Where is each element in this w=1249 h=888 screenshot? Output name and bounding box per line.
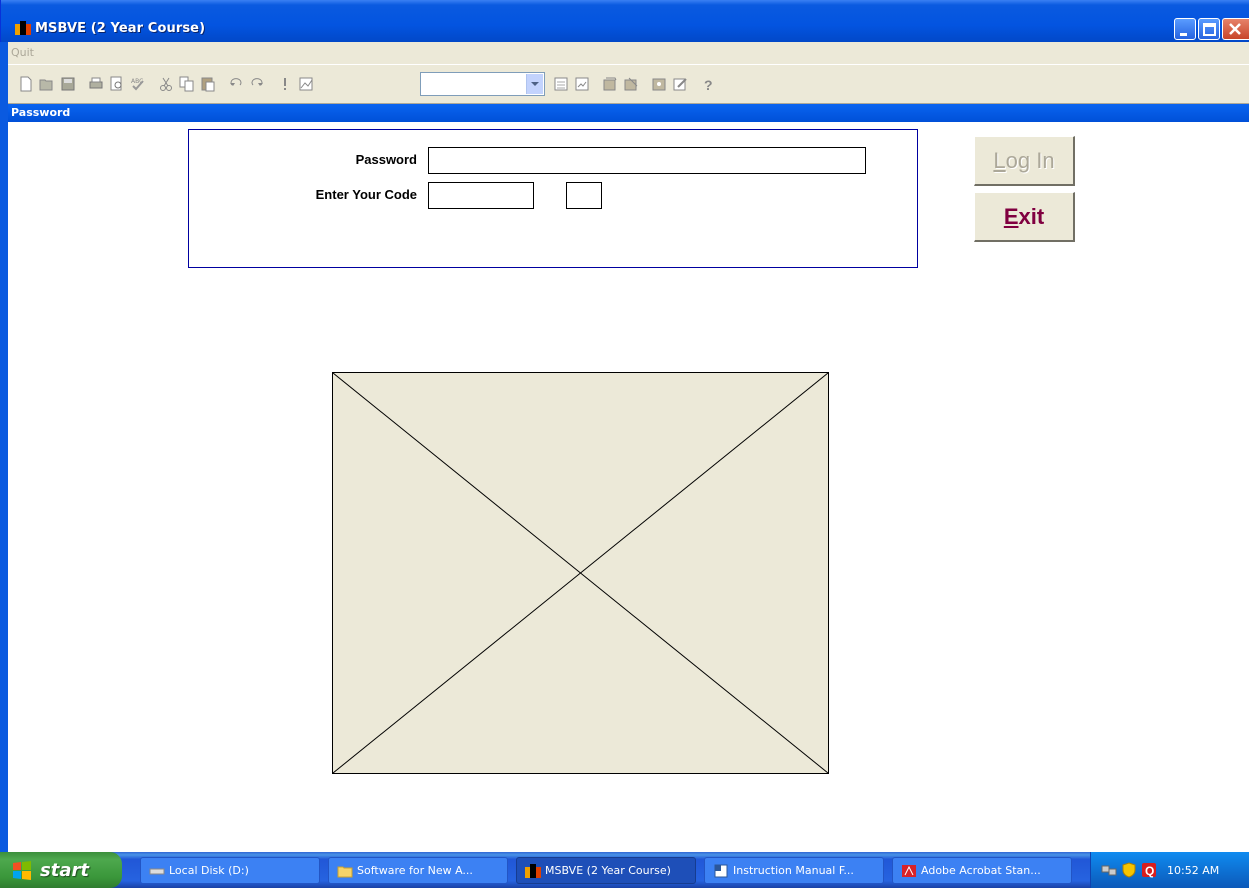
save-icon [61, 77, 75, 91]
login-label: og In [1005, 147, 1055, 173]
shield-icon[interactable] [1121, 862, 1137, 878]
spellcheck-icon: ABC [131, 78, 144, 91]
network-icon[interactable] [1101, 862, 1117, 878]
redo-icon [251, 78, 263, 86]
run-button[interactable] [275, 73, 295, 95]
task-software-folder[interactable]: Software for New A... [328, 857, 508, 884]
menu-quit[interactable]: Quit [11, 46, 34, 59]
help-icon: ? [704, 77, 713, 92]
print-button[interactable] [86, 73, 106, 95]
task-label: Local Disk (D:) [169, 864, 249, 877]
exit-accelerator: E [1003, 203, 1019, 229]
empty-image-icon [333, 373, 828, 773]
chart-button[interactable] [296, 73, 316, 95]
word-doc-icon [714, 864, 728, 877]
form-caption-title: Password [11, 106, 71, 119]
toolbar: ABC ? [8, 64, 1249, 104]
task-adobe-acrobat[interactable]: Adobe Acrobat Stan... [892, 857, 1072, 884]
paste-button[interactable] [198, 73, 218, 95]
password-label: Password [355, 152, 417, 167]
new-file-icon [20, 76, 32, 92]
edit-button[interactable] [670, 73, 690, 95]
open-button[interactable] [37, 73, 57, 95]
password-input[interactable] [428, 147, 866, 174]
toolbar-combo[interactable] [420, 72, 545, 96]
cut-button[interactable] [156, 73, 176, 95]
save-button[interactable] [58, 73, 78, 95]
exclamation-icon [284, 78, 286, 90]
code-suffix-input[interactable] [566, 182, 602, 209]
task-label: Software for New A... [357, 864, 473, 877]
task-local-disk[interactable]: Local Disk (D:) [140, 857, 320, 884]
window-left-border [0, 42, 8, 852]
app-icon [525, 863, 541, 878]
report-icon [575, 77, 589, 91]
paste-icon [201, 77, 215, 92]
form-icon [554, 77, 568, 91]
task-label: MSBVE (2 Year Course) [545, 864, 671, 877]
menu-bar: Quit [8, 42, 1249, 64]
edit-icon [673, 78, 687, 91]
task-instruction-manual[interactable]: Instruction Manual F... [704, 857, 884, 884]
svg-text:?: ? [704, 77, 713, 92]
login-button[interactable]: Log In [974, 136, 1075, 186]
copy-icon [179, 76, 194, 92]
start-button[interactable]: start [0, 852, 122, 888]
maximize-button[interactable] [1198, 18, 1220, 40]
q-app-icon[interactable]: Q [1141, 862, 1157, 878]
scissors-icon [160, 77, 172, 91]
task-msbve[interactable]: MSBVE (2 Year Course) [516, 857, 696, 884]
code-label: Enter Your Code [315, 187, 417, 202]
query-icon [652, 78, 666, 91]
query-button[interactable] [649, 73, 669, 95]
print-preview-icon [110, 76, 122, 91]
print-icon [89, 77, 103, 89]
open-folder-icon [39, 79, 53, 91]
redo-button[interactable] [247, 73, 267, 95]
minimize-button[interactable] [1174, 18, 1196, 40]
windows-logo-icon [13, 861, 31, 880]
copy-button[interactable] [177, 73, 197, 95]
exit-label: xit [1018, 203, 1045, 229]
undo-button[interactable] [226, 73, 246, 95]
form-view-button[interactable] [551, 73, 571, 95]
folder-icon [337, 866, 353, 877]
code-input[interactable] [428, 182, 534, 209]
maximize-icon [1203, 23, 1216, 36]
app-icon [15, 21, 31, 35]
minimize-icon [1180, 33, 1187, 36]
task-label: Adobe Acrobat Stan... [921, 864, 1041, 877]
system-tray: Q 10:52 AM [1090, 852, 1249, 888]
help-button[interactable]: ? [698, 73, 718, 95]
form-caption-bar: Password [8, 104, 1249, 122]
print-preview-button[interactable] [107, 73, 127, 95]
chart-icon [299, 77, 313, 91]
window-title: MSBVE (2 Year Course) [35, 21, 206, 36]
spellcheck-button[interactable]: ABC [128, 73, 148, 95]
database-button-2[interactable] [621, 73, 641, 95]
task-label: Instruction Manual F... [733, 864, 854, 877]
undo-icon [230, 78, 242, 86]
chevron-down-icon[interactable] [526, 74, 543, 94]
clock: 10:52 AM [1167, 863, 1220, 877]
close-button[interactable] [1222, 18, 1249, 40]
new-button[interactable] [16, 73, 36, 95]
login-accelerator: L [993, 147, 1006, 173]
close-icon [1229, 23, 1241, 35]
start-label: start [40, 859, 89, 881]
acrobat-icon [902, 864, 916, 877]
database-icon [603, 77, 617, 91]
svg-text:Q: Q [1145, 864, 1154, 878]
database-edit-icon [624, 77, 638, 91]
report-button[interactable] [572, 73, 592, 95]
image-placeholder [332, 372, 829, 774]
drive-icon [149, 868, 165, 874]
exit-button[interactable]: Exit [974, 192, 1075, 242]
database-button-1[interactable] [600, 73, 620, 95]
window-titlebar[interactable]: MSBVE (2 Year Course) [0, 0, 1249, 42]
